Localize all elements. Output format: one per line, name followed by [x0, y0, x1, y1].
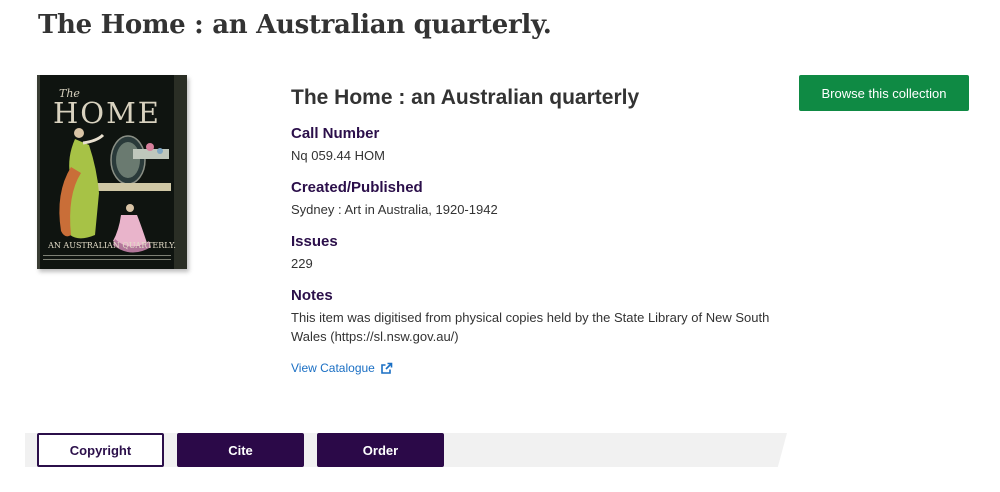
field-created-published: Created/Published Sydney : Art in Austra…	[291, 178, 771, 219]
cover-thumbnail[interactable]: The HOME AN AUSTRALIAN QUARTERLY.	[37, 75, 187, 269]
copyright-button[interactable]: Copyright	[37, 433, 164, 467]
field-call-number: Call Number Nq 059.44 HOM	[291, 124, 771, 165]
cover-masthead: HOME	[53, 96, 161, 130]
field-value: Sydney : Art in Australia, 1920-1942	[291, 202, 498, 217]
item-details: The Home : an Australian quarterly Call …	[291, 86, 771, 377]
page-title: The Home : an Australian quarterly.	[38, 10, 552, 40]
field-label: Issues	[291, 233, 338, 250]
browse-collection-button[interactable]: Browse this collection	[799, 75, 969, 111]
field-label: Call Number	[291, 125, 380, 142]
field-issues: Issues 229	[291, 232, 771, 273]
view-catalogue-label: View Catalogue	[291, 361, 375, 375]
order-button[interactable]: Order	[317, 433, 444, 467]
field-label: Notes	[291, 287, 333, 304]
field-value: This item was digitised from physical co…	[291, 310, 770, 344]
field-value: Nq 059.44 HOM	[291, 148, 385, 163]
cover-subtitle: AN AUSTRALIAN QUARTERLY.	[47, 241, 176, 250]
item-title: The Home : an Australian quarterly	[291, 86, 640, 109]
field-value: 229	[291, 256, 313, 271]
field-notes: Notes This item was digitised from physi…	[291, 286, 771, 346]
view-catalogue-link[interactable]: View Catalogue	[291, 361, 393, 375]
cite-button[interactable]: Cite	[177, 433, 304, 467]
external-link-icon	[380, 362, 393, 375]
field-label: Created/Published	[291, 179, 423, 196]
